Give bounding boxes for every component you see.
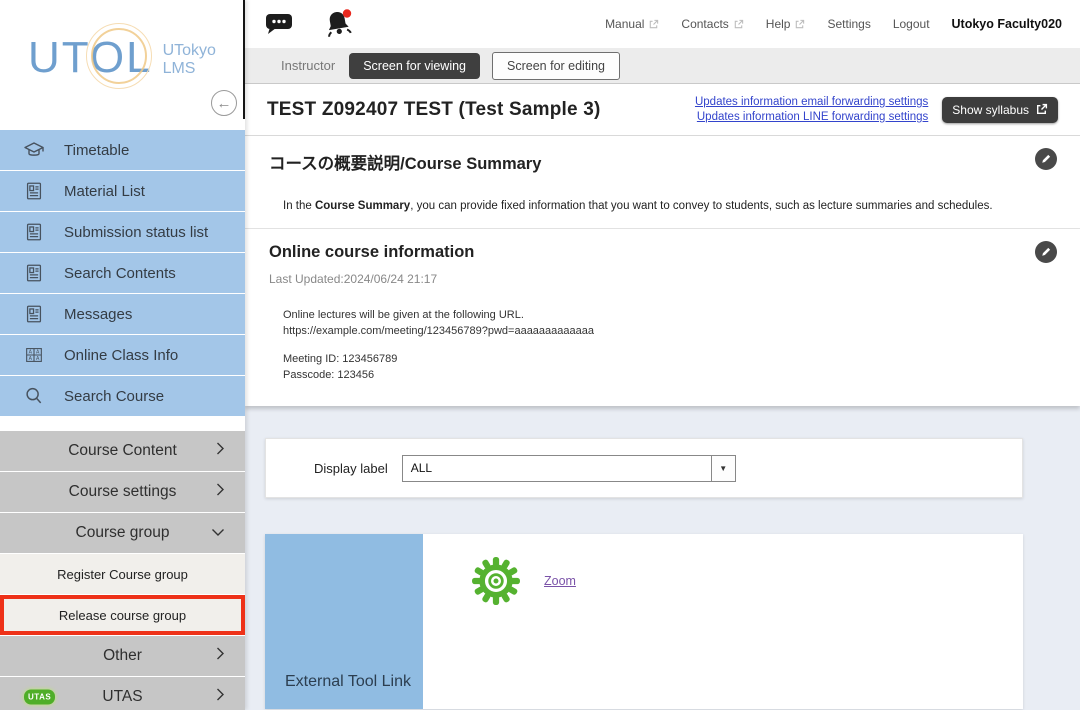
zoom-tool-link[interactable]: Zoom [544, 574, 576, 588]
role-label: Instructor [281, 58, 335, 73]
header-links: Manual Contacts Help Settings Logout Uto… [605, 17, 1062, 31]
chevron-right-icon [216, 442, 225, 461]
notifications-bell-button[interactable] [321, 7, 355, 41]
course-summary-description: In the Course Summary, you can provide f… [283, 200, 1056, 212]
chevron-right-icon [216, 647, 225, 666]
external-tool-link-row: External Tool Link Zoom [265, 534, 1023, 709]
sidebar-group-course-group[interactable]: Course group [0, 513, 245, 553]
sidebar-item-material-list[interactable]: Material List [0, 171, 245, 211]
clipboard-list-icon [22, 179, 46, 203]
sidebar-group-other[interactable]: Other [0, 636, 245, 676]
sidebar-gap [0, 417, 245, 431]
dropdown-arrow-icon: ▼ [711, 456, 735, 481]
sidebar-group-utas[interactable]: UTAS UTAS [0, 677, 245, 710]
pencil-icon [1040, 246, 1052, 258]
arrow-left-icon: ← [217, 95, 232, 112]
chevron-down-icon [211, 524, 225, 542]
external-link-icon [794, 19, 805, 30]
sidebar-item-label: Timetable [64, 142, 129, 159]
course-title: TEST Z092407 TEST (Test Sample 3) [267, 99, 601, 121]
meeting-url: https://example.com/meeting/123456789?pw… [283, 324, 1056, 340]
passcode: Passcode: 123456 [283, 368, 1056, 384]
gear-icon [471, 556, 521, 611]
graduation-cap-icon [22, 138, 46, 162]
meeting-id: Meeting ID: 123456789 [283, 352, 1056, 368]
logout-link[interactable]: Logout [893, 17, 930, 31]
course-summary-section: コースの概要説明/Course Summary In the Course Su… [245, 136, 1080, 229]
display-label-filter-card: Display label ALL ▼ [265, 438, 1023, 498]
sidebar-item-label: Online Class Info [64, 347, 178, 364]
course-title-bar: TEST Z092407 TEST (Test Sample 3) Update… [245, 84, 1080, 136]
bell-icon [321, 8, 355, 40]
sidebar-item-label: Material List [64, 183, 145, 200]
sidebar-subitem-register-course-group[interactable]: Register Course group [0, 554, 245, 594]
external-tool-link-panel: External Tool Link [265, 534, 423, 709]
contacts-link[interactable]: Contacts [681, 17, 743, 31]
sidebar-subitem-release-course-group[interactable]: Release course group [0, 595, 245, 635]
manual-link[interactable]: Manual [605, 17, 659, 31]
sidebar-item-label: Submission status list [64, 224, 208, 241]
logo-subtext: UTokyo LMS [163, 38, 216, 79]
selected-option: ALL [403, 461, 711, 475]
course-summary-heading: コースの概要説明/Course Summary [269, 150, 1056, 174]
messages-chat-button[interactable] [263, 7, 295, 41]
online-info-body: Online lectures will be given at the fol… [283, 308, 1056, 384]
class-grid-icon: AAAA [22, 343, 46, 367]
screen-mode-bar: Instructor Screen for viewing Screen for… [245, 48, 1080, 84]
header-divider-line [243, 0, 245, 119]
screen-for-editing-button[interactable]: Screen for editing [492, 52, 620, 80]
edit-online-info-button[interactable] [1035, 241, 1057, 263]
sidebar-group-course-settings[interactable]: Course settings [0, 472, 245, 512]
sidebar-item-label: Messages [64, 306, 132, 323]
logo-ring [91, 28, 147, 84]
sidebar-item-online-class-info[interactable]: AAAA Online Class Info [0, 335, 245, 375]
sidebar-item-messages[interactable]: Messages [0, 294, 245, 334]
search-icon [22, 384, 46, 408]
last-updated-text: Last Updated:2024/06/24 21:17 [269, 272, 1056, 286]
online-lecture-line: Online lectures will be given at the fol… [283, 308, 1056, 324]
edit-course-summary-button[interactable] [1035, 148, 1057, 170]
email-forwarding-settings-link[interactable]: Updates information email forwarding set… [695, 96, 928, 108]
utas-logo-icon: UTAS [24, 690, 55, 705]
display-label-select[interactable]: ALL ▼ [402, 455, 736, 482]
sidebar-item-timetable[interactable]: Timetable [0, 130, 245, 170]
chat-bubble-icon [263, 10, 295, 38]
line-forwarding-settings-link[interactable]: Updates information LINE forwarding sett… [697, 111, 928, 123]
external-link-icon [648, 19, 659, 30]
sidebar-group-course-content[interactable]: Course Content [0, 431, 245, 471]
notification-dot [343, 9, 351, 17]
sidebar-item-submission-status[interactable]: Submission status list [0, 212, 245, 252]
sidebar-item-label: Search Course [64, 388, 164, 405]
utol-lms-app: UTOL UTokyo LMS ← Timetable Material Lis [0, 0, 1080, 710]
content-list-area: Display label ALL ▼ External Tool Link Z… [245, 406, 1080, 710]
main-content: Manual Contacts Help Settings Logout Uto… [245, 0, 1080, 710]
clipboard-list-icon [22, 302, 46, 326]
online-course-info-section: Online course information Last Updated:2… [245, 229, 1080, 406]
top-header: Manual Contacts Help Settings Logout Uto… [245, 0, 1080, 48]
external-tool-link-label: External Tool Link [285, 673, 411, 691]
sidebar-item-search-course[interactable]: Search Course [0, 376, 245, 416]
sidebar-collapse-button[interactable]: ← [211, 90, 237, 116]
show-syllabus-button[interactable]: Show syllabus [942, 97, 1058, 123]
external-tool-link-body: Zoom [423, 534, 1023, 709]
logo-area: UTOL UTokyo LMS ← [0, 0, 245, 130]
external-link-icon [733, 19, 744, 30]
external-link-icon [1035, 103, 1048, 116]
sidebar: UTOL UTokyo LMS ← Timetable Material Lis [0, 0, 245, 710]
screen-for-viewing-button[interactable]: Screen for viewing [349, 53, 480, 79]
settings-link[interactable]: Settings [827, 17, 870, 31]
online-course-info-heading: Online course information [269, 243, 1056, 262]
display-label-text: Display label [314, 461, 388, 476]
pencil-icon [1040, 153, 1052, 165]
clipboard-list-icon [22, 220, 46, 244]
sidebar-item-search-contents[interactable]: Search Contents [0, 253, 245, 293]
current-user-name: Utokyo Faculty020 [952, 17, 1062, 31]
utol-logo: UTOL UTokyo LMS [28, 36, 216, 80]
clipboard-list-icon [22, 261, 46, 285]
help-link[interactable]: Help [766, 17, 806, 31]
sidebar-item-label: Search Contents [64, 265, 176, 282]
chevron-right-icon [216, 688, 225, 707]
chevron-right-icon [216, 483, 225, 502]
